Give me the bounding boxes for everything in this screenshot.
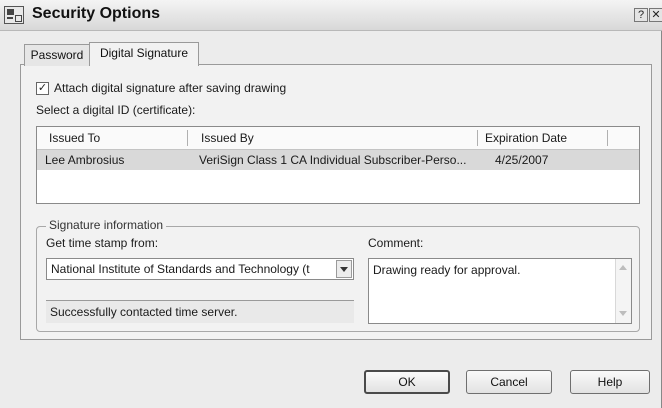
comment-textarea[interactable]: Drawing ready for approval. xyxy=(368,258,632,324)
help-icon[interactable]: ? xyxy=(634,8,648,22)
chevron-down-icon[interactable] xyxy=(336,260,352,278)
timestamp-label: Get time stamp from: xyxy=(46,236,159,250)
scroll-up-icon[interactable] xyxy=(617,261,630,275)
app-icon xyxy=(4,6,24,24)
column-expiration-date[interactable]: Expiration Date xyxy=(485,131,567,145)
comment-label: Comment: xyxy=(368,236,424,250)
cell-expiration: 4/25/2007 xyxy=(495,153,549,167)
signature-information-legend: Signature information xyxy=(46,218,167,232)
close-icon[interactable]: ✕ xyxy=(649,8,662,22)
scroll-down-icon[interactable] xyxy=(617,307,630,321)
tab-password[interactable]: Password xyxy=(24,44,90,66)
table-row[interactable]: Lee Ambrosius VeriSign Class 1 CA Indivi… xyxy=(37,150,639,170)
comment-text: Drawing ready for approval. xyxy=(373,263,521,277)
column-issued-by[interactable]: Issued By xyxy=(201,131,254,145)
timeserver-status-text: Successfully contacted time server. xyxy=(50,305,238,319)
title-bar: Security Options ? ✕ xyxy=(0,0,662,31)
tab-digital-signature[interactable]: Digital Signature xyxy=(89,42,199,66)
select-certificate-label: Select a digital ID (certificate): xyxy=(36,103,196,117)
ok-button[interactable]: OK xyxy=(364,370,450,394)
dialog-title: Security Options xyxy=(32,5,161,22)
comment-scrollbar[interactable] xyxy=(615,259,631,323)
attach-signature-checkbox[interactable]: ✓ xyxy=(36,82,49,95)
cell-issued-by: VeriSign Class 1 CA Individual Subscribe… xyxy=(199,153,467,167)
timeserver-status: Successfully contacted time server. xyxy=(46,301,354,323)
cell-issued-to: Lee Ambrosius xyxy=(45,153,125,167)
help-button[interactable]: Help xyxy=(570,370,650,394)
attach-signature-label: Attach digital signature after saving dr… xyxy=(54,81,287,95)
certificate-list[interactable]: Issued To Issued By Expiration Date Lee … xyxy=(36,126,640,204)
timestamp-server-value: National Institute of Standards and Tech… xyxy=(51,262,310,276)
timestamp-server-select[interactable]: National Institute of Standards and Tech… xyxy=(46,258,354,280)
list-header: Issued To Issued By Expiration Date xyxy=(37,127,639,150)
column-issued-to[interactable]: Issued To xyxy=(49,131,100,145)
security-options-dialog: Security Options ? ✕ Password Digital Si… xyxy=(0,0,662,408)
cancel-button[interactable]: Cancel xyxy=(466,370,552,394)
